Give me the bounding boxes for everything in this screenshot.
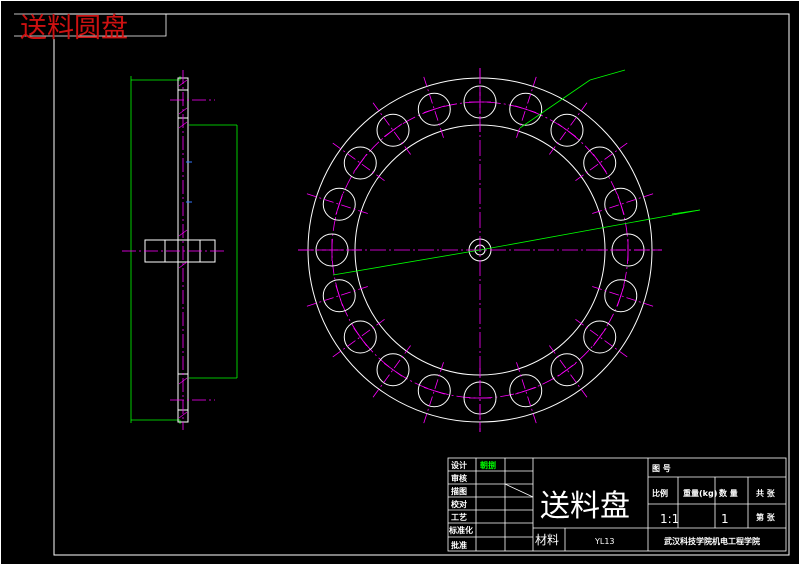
hole-cross-mark [515, 386, 537, 395]
row-label-trace: 描图 [451, 486, 467, 496]
side-view-construction-lines [130, 76, 238, 424]
row-label-standard: 标准化 [448, 525, 473, 535]
hole-cross-mark [353, 153, 368, 173]
material-value: YL13 [594, 537, 615, 546]
side-view-markers [186, 161, 192, 203]
sheet-outer-border [0, 0, 800, 565]
material-label: 材料 [535, 533, 559, 547]
part-name: 送料盘 [540, 489, 630, 524]
school-name: 武汉科技学院机电工程学院 [664, 536, 760, 546]
hole-cross-mark [383, 362, 403, 377]
hole-cross-mark [353, 327, 368, 347]
title-block-text: 设计 朝捌 审核 描图 校对 工艺 标准化 批准 送料盘 材料 YL13 图 号… [448, 460, 776, 550]
row-label-process: 工艺 [451, 512, 467, 522]
corner-title-text: 送料圆盘 [20, 13, 128, 44]
front-view [298, 68, 701, 432]
hole-cross-mark [616, 285, 625, 307]
radial-centerline [575, 319, 628, 358]
side-view-centerlines [122, 70, 225, 430]
hole-cross-mark [335, 285, 344, 307]
qty-label: 数 量 [719, 488, 738, 498]
radial-centerline [372, 345, 411, 398]
cad-drawing: 送料圆盘 设计 朝捌 审核 描图 校对 工艺 标准化 批准 送料盘 材料 YL1… [0, 0, 800, 565]
hole-cross-mark [383, 123, 403, 138]
hole-cross-mark [592, 327, 607, 347]
sheet-no-label: 第 张 [756, 512, 776, 522]
hole-cross-mark [616, 193, 625, 215]
hole-cross-mark [557, 123, 577, 138]
scale-value: 1:1 [660, 512, 679, 526]
radial-centerline [575, 142, 628, 181]
side-view [122, 70, 238, 430]
hole-cross-mark [592, 153, 607, 173]
scale-label: 比例 [652, 488, 668, 498]
row-label-design: 设计 [451, 460, 467, 470]
radial-centerline [549, 102, 588, 155]
hole-cross-mark [423, 386, 445, 395]
total-sheets-label: 共 张 [756, 488, 776, 498]
row-label-review: 审核 [451, 473, 467, 483]
weight-label: 重量(kg) [683, 488, 717, 498]
radial-centerline [549, 345, 588, 398]
hole-cross-mark [423, 105, 445, 114]
hole-cross-mark [335, 193, 344, 215]
radial-centerline [332, 142, 385, 181]
row-value-design: 朝捌 [480, 460, 496, 470]
hole-cross-mark [557, 362, 577, 377]
side-view-outline [144, 77, 216, 423]
row-label-check: 校对 [451, 499, 467, 509]
row-label-approve: 批准 [451, 540, 467, 550]
radial-centerline [372, 102, 411, 155]
drawing-no-label: 图 号 [652, 464, 671, 473]
drawing-frame [53, 13, 790, 556]
hole-cross-mark [515, 105, 537, 114]
corner-label: 送料圆盘 [14, 13, 167, 44]
qty-value: 1 [721, 512, 729, 526]
leader-lines [332, 69, 701, 276]
radial-centerline [332, 319, 385, 358]
